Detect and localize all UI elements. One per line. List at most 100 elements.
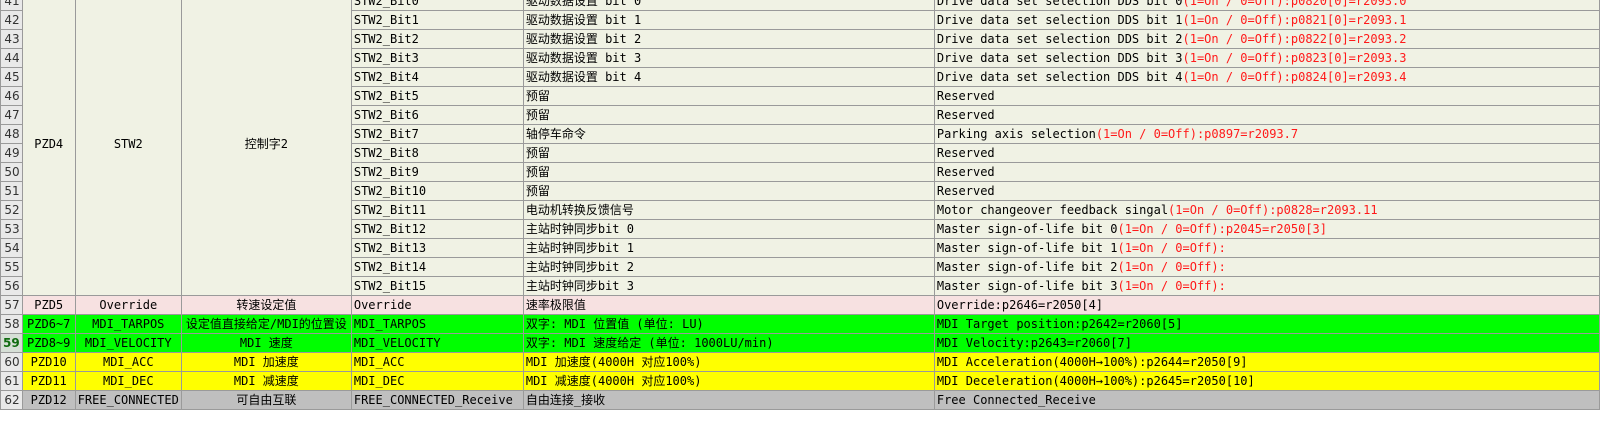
signal-cell[interactable]: STW2_Bit0 — [350, 0, 524, 11]
description-cell[interactable]: 设定值直接给定/MDI的位置设 — [180, 314, 352, 334]
chinese-description-cell[interactable]: 驱动数据设置 bit 2 — [522, 29, 935, 49]
description-cell[interactable]: MDI 加速度 — [180, 352, 352, 372]
signal-cell[interactable]: STW2_Bit3 — [350, 48, 524, 68]
chinese-description-cell[interactable]: 预留 — [522, 162, 935, 182]
english-description-cell[interactable]: Motor changeover feedback singal(1=On / … — [933, 200, 1600, 220]
pzd-cell[interactable]: PZD4 — [21, 0, 76, 296]
chinese-description-cell[interactable]: 主站时钟同步bit 2 — [522, 257, 935, 277]
signal-cell[interactable]: STW2_Bit1 — [350, 10, 524, 30]
signal-cell[interactable]: MDI_ACC — [350, 352, 524, 372]
signal-cell[interactable]: MDI_DEC — [350, 371, 524, 391]
chinese-description-cell[interactable]: 预留 — [522, 105, 935, 125]
name-cell[interactable]: FREE_CONNECTED — [74, 390, 182, 410]
chinese-description-cell[interactable]: MDI 减速度(4000H 对应100%) — [522, 371, 935, 391]
signal-cell[interactable]: STW2_Bit10 — [350, 181, 524, 201]
signal-cell[interactable]: STW2_Bit12 — [350, 219, 524, 239]
row-number[interactable]: 46 — [0, 86, 23, 106]
row-number[interactable]: 44 — [0, 48, 23, 68]
english-description-cell[interactable]: Drive data set selection DDS bit 2(1=On … — [933, 29, 1600, 49]
row-number[interactable]: 55 — [0, 257, 23, 277]
signal-cell[interactable]: FREE_CONNECTED_Receive — [350, 390, 524, 410]
english-description-cell[interactable]: Reserved — [933, 105, 1600, 125]
row-number[interactable]: 60 — [0, 352, 23, 372]
name-cell[interactable]: MDI_DEC — [74, 371, 182, 391]
row-number[interactable]: 54 — [0, 238, 23, 258]
chinese-description-cell[interactable]: 双字: MDI 位置值 (单位: LU) — [522, 314, 935, 334]
english-description-cell[interactable]: Master sign-of-life bit 1(1=On / 0=Off): — [933, 238, 1600, 258]
signal-cell[interactable]: STW2_Bit8 — [350, 143, 524, 163]
row-number[interactable]: 41 — [0, 0, 23, 11]
row-number[interactable]: 43 — [0, 29, 23, 49]
pzd-cell[interactable]: PZD12 — [21, 390, 76, 410]
signal-cell[interactable]: STW2_Bit11 — [350, 200, 524, 220]
chinese-description-cell[interactable]: 电动机转换反馈信号 — [522, 200, 935, 220]
chinese-description-cell[interactable]: 主站时钟同步bit 1 — [522, 238, 935, 258]
signal-cell[interactable]: STW2_Bit4 — [350, 67, 524, 87]
row-number[interactable]: 58 — [0, 314, 23, 334]
row-number[interactable]: 61 — [0, 371, 23, 391]
chinese-description-cell[interactable]: 主站时钟同步bit 3 — [522, 276, 935, 296]
english-description-cell[interactable]: Drive data set selection DDS bit 3(1=On … — [933, 48, 1600, 68]
description-cell[interactable]: MDI 减速度 — [180, 371, 352, 391]
chinese-description-cell[interactable]: 主站时钟同步bit 0 — [522, 219, 935, 239]
english-description-cell[interactable]: Free Connected_Receive — [933, 390, 1600, 410]
description-cell[interactable]: MDI 速度 — [180, 333, 352, 353]
chinese-description-cell[interactable]: 预留 — [522, 181, 935, 201]
chinese-description-cell[interactable]: 驱动数据设置 bit 0 — [522, 0, 935, 11]
english-description-cell[interactable]: Master sign-of-life bit 3(1=On / 0=Off): — [933, 276, 1600, 296]
english-description-cell[interactable]: MDI Target position:p2642=r2060[5] — [933, 314, 1600, 334]
row-number[interactable]: 48 — [0, 124, 23, 144]
description-cell[interactable]: 转速设定值 — [180, 295, 352, 315]
signal-cell[interactable]: STW2_Bit6 — [350, 105, 524, 125]
chinese-description-cell[interactable]: 自由连接_接收 — [522, 390, 935, 410]
english-description-cell[interactable]: Drive data set selection DDS bit 4(1=On … — [933, 67, 1600, 87]
row-number[interactable]: 56 — [0, 276, 23, 296]
name-cell[interactable]: MDI_VELOCITY — [74, 333, 182, 353]
chinese-description-cell[interactable]: 驱动数据设置 bit 3 — [522, 48, 935, 68]
chinese-description-cell[interactable]: 速率极限值 — [522, 295, 935, 315]
signal-cell[interactable]: MDI_VELOCITY — [350, 333, 524, 353]
signal-cell[interactable]: STW2_Bit13 — [350, 238, 524, 258]
name-cell[interactable]: MDI_TARPOS — [74, 314, 182, 334]
signal-cell[interactable]: Override — [350, 295, 524, 315]
row-number[interactable]: 52 — [0, 200, 23, 220]
signal-cell[interactable]: STW2_Bit7 — [350, 124, 524, 144]
english-description-cell[interactable]: Override:p2646=r2050[4] — [933, 295, 1600, 315]
description-cell[interactable]: 控制字2 — [180, 0, 352, 296]
chinese-description-cell[interactable]: 驱动数据设置 bit 4 — [522, 67, 935, 87]
english-description-cell[interactable]: Master sign-of-life bit 2(1=On / 0=Off): — [933, 257, 1600, 277]
signal-cell[interactable]: STW2_Bit5 — [350, 86, 524, 106]
pzd-cell[interactable]: PZD6~7 — [21, 314, 76, 334]
pzd-cell[interactable]: PZD5 — [21, 295, 76, 315]
name-cell[interactable]: Override — [74, 295, 182, 315]
pzd-cell[interactable]: PZD10 — [21, 352, 76, 372]
english-description-cell[interactable]: Drive data set selection DDS bit 0(1=On … — [933, 0, 1600, 11]
english-description-cell[interactable]: Reserved — [933, 181, 1600, 201]
signal-cell[interactable]: STW2_Bit9 — [350, 162, 524, 182]
row-number[interactable]: 62 — [0, 390, 23, 410]
signal-cell[interactable]: MDI_TARPOS — [350, 314, 524, 334]
row-number[interactable]: 42 — [0, 10, 23, 30]
english-description-cell[interactable]: Drive data set selection DDS bit 1(1=On … — [933, 10, 1600, 30]
english-description-cell[interactable]: MDI Velocity:p2643=r2060[7] — [933, 333, 1600, 353]
english-description-cell[interactable]: MDI Deceleration(4000H→100%):p2645=r2050… — [933, 371, 1600, 391]
row-number[interactable]: 45 — [0, 67, 23, 87]
chinese-description-cell[interactable]: MDI 加速度(4000H 对应100%) — [522, 352, 935, 372]
pzd-cell[interactable]: PZD8~9 — [21, 333, 76, 353]
description-cell[interactable]: 可自由互联 — [180, 390, 352, 410]
signal-cell[interactable]: STW2_Bit14 — [350, 257, 524, 277]
english-description-cell[interactable]: Master sign-of-life bit 0(1=On / 0=Off):… — [933, 219, 1600, 239]
row-number[interactable]: 59 — [0, 333, 23, 353]
row-number[interactable]: 53 — [0, 219, 23, 239]
row-number[interactable]: 47 — [0, 105, 23, 125]
row-number[interactable]: 51 — [0, 181, 23, 201]
name-cell[interactable]: MDI_ACC — [74, 352, 182, 372]
signal-cell[interactable]: STW2_Bit15 — [350, 276, 524, 296]
row-number[interactable]: 57 — [0, 295, 23, 315]
chinese-description-cell[interactable]: 驱动数据设置 bit 1 — [522, 10, 935, 30]
name-cell[interactable]: STW2 — [74, 0, 182, 296]
pzd-cell[interactable]: PZD11 — [21, 371, 76, 391]
english-description-cell[interactable]: MDI Acceleration(4000H→100%):p2644=r2050… — [933, 352, 1600, 372]
english-description-cell[interactable]: Reserved — [933, 86, 1600, 106]
chinese-description-cell[interactable]: 轴停车命令 — [522, 124, 935, 144]
